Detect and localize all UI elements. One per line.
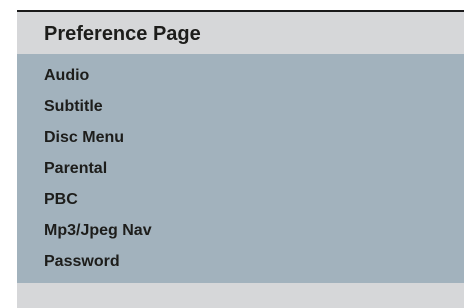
menu-list: Audio Subtitle Disc Menu Parental PBC Mp…: [17, 54, 464, 283]
menu-item-subtitle[interactable]: Subtitle: [17, 91, 464, 122]
menu-footer-bar: [17, 283, 464, 308]
menu-item-disc-menu[interactable]: Disc Menu: [17, 122, 464, 153]
preference-menu-panel: Preference Page Audio Subtitle Disc Menu…: [17, 10, 464, 308]
menu-item-audio[interactable]: Audio: [17, 60, 464, 91]
menu-item-password[interactable]: Password: [17, 246, 464, 277]
menu-title: Preference Page: [17, 12, 464, 52]
menu-item-pbc[interactable]: PBC: [17, 184, 464, 215]
menu-item-parental[interactable]: Parental: [17, 153, 464, 184]
menu-item-mp3-jpeg-nav[interactable]: Mp3/Jpeg Nav: [17, 215, 464, 246]
